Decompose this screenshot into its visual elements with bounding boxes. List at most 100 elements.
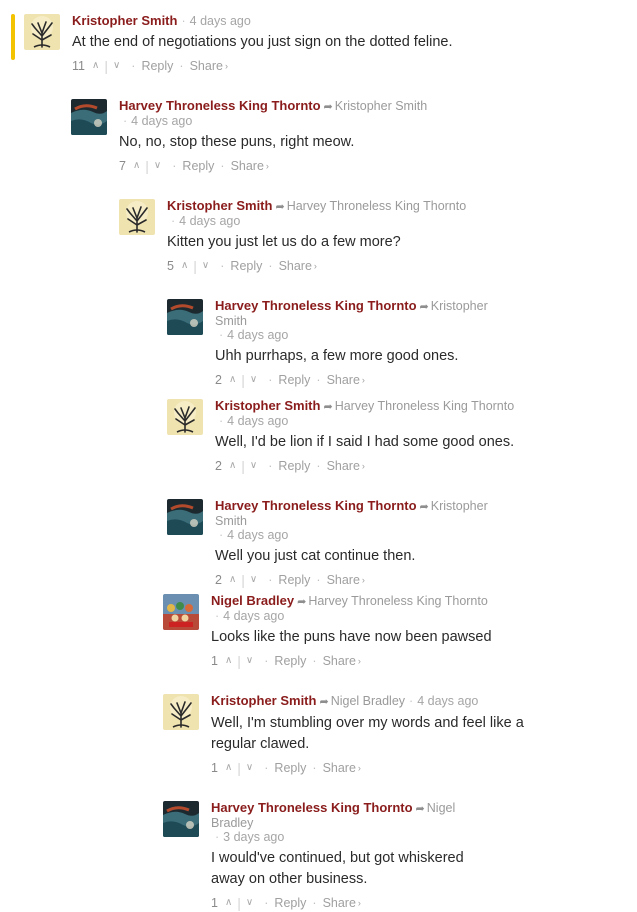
vote-divider: | — [241, 457, 245, 474]
comment-meta: Harvey Throneless King Thornto ➦ Kristophe… — [215, 498, 505, 543]
timestamp[interactable]: 4 days ago — [190, 14, 251, 28]
chevron-up-icon[interactable]: ∧ — [225, 759, 232, 777]
share-button[interactable]: Share — [323, 759, 356, 777]
chevron-down-icon[interactable]: ∨ — [113, 57, 120, 75]
comment-actions: 1 ∧ | ∨ · Reply · Share › — [211, 893, 471, 911]
avatar[interactable] — [163, 801, 199, 837]
chevron-up-icon[interactable]: ∧ — [133, 157, 140, 175]
reply-arrow-icon: ➦ — [415, 803, 425, 815]
action-separator: · — [268, 372, 273, 387]
chevron-up-icon[interactable]: ∧ — [181, 257, 188, 275]
comment-text: I would've continued, but got whiskered … — [211, 850, 464, 887]
avatar[interactable] — [167, 499, 203, 535]
avatar[interactable] — [24, 14, 60, 50]
comment-actions: 2 ∧ | ∨ · Reply · Share › — [215, 456, 545, 474]
share-button[interactable]: Share — [323, 894, 356, 912]
action-separator: · — [312, 653, 317, 668]
chevron-up-icon[interactable]: ∧ — [229, 371, 236, 389]
reply-button[interactable]: Reply — [274, 652, 306, 670]
timestamp[interactable]: 4 days ago — [227, 414, 288, 428]
action-separator: · — [268, 572, 273, 587]
share-button[interactable]: Share — [231, 157, 264, 175]
comment-body: Harvey Throneless King Thornto ➦ Kristophe… — [215, 299, 505, 388]
chevron-down-icon[interactable]: ∨ — [250, 571, 257, 589]
share-button[interactable]: Share — [279, 257, 312, 275]
chevron-down-icon[interactable]: ∨ — [202, 257, 209, 275]
comment-text: Uhh purrhaps, a few more good ones. — [215, 348, 459, 364]
reply-to-name[interactable]: Kristopher Smith — [335, 99, 427, 113]
author-name[interactable]: Harvey Throneless King Thornto — [215, 298, 417, 313]
timestamp[interactable]: 4 days ago — [131, 114, 192, 128]
chevron-down-icon[interactable]: ∨ — [246, 894, 253, 912]
comment-text: No, no, stop these puns, right meow. — [119, 134, 355, 150]
chevron-down-icon[interactable]: ∨ — [250, 457, 257, 475]
share-button[interactable]: Share — [327, 571, 360, 589]
author-name[interactable]: Harvey Throneless King Thornto — [211, 800, 413, 815]
share-button[interactable]: Share — [190, 57, 223, 75]
timestamp[interactable]: 4 days ago — [227, 328, 288, 342]
reply-button[interactable]: Reply — [278, 571, 310, 589]
timestamp[interactable]: 4 days ago — [417, 694, 478, 708]
avatar[interactable] — [71, 99, 107, 135]
chevron-right-icon: › — [357, 897, 361, 908]
comment-body: Kristopher Smith ➦ Harvey Throneless King … — [167, 199, 637, 274]
reply-button[interactable]: Reply — [278, 457, 310, 475]
timestamp[interactable]: 4 days ago — [227, 528, 288, 542]
chevron-down-icon[interactable]: ∨ — [246, 652, 253, 670]
reply-button[interactable]: Reply — [274, 894, 306, 912]
avatar[interactable] — [163, 694, 199, 730]
avatar[interactable] — [167, 399, 203, 435]
action-separator: · — [172, 158, 177, 173]
comment-body: Harvey Throneless King Thornto ➦ Nigel Bra… — [211, 801, 471, 911]
author-name[interactable]: Kristopher Smith — [72, 13, 177, 28]
chevron-down-icon[interactable]: ∨ — [250, 371, 257, 389]
chevron-up-icon[interactable]: ∧ — [229, 457, 236, 475]
reply-button[interactable]: Reply — [230, 257, 262, 275]
chevron-up-icon[interactable]: ∧ — [225, 894, 232, 912]
meta-separator: · — [171, 214, 176, 228]
reply-to-name[interactable]: Harvey Throneless King Thornto — [335, 399, 515, 413]
chevron-up-icon[interactable]: ∧ — [92, 57, 99, 75]
reply-button[interactable]: Reply — [141, 57, 173, 75]
chevron-up-icon[interactable]: ∧ — [229, 571, 236, 589]
comment-text: Well, I'd be lion if I said I had some g… — [215, 434, 515, 450]
timestamp[interactable]: 4 days ago — [223, 609, 284, 623]
author-name[interactable]: Harvey Throneless King Thornto — [215, 498, 417, 513]
timestamp[interactable]: 4 days ago — [179, 214, 240, 228]
reply-button[interactable]: Reply — [182, 157, 214, 175]
share-button[interactable]: Share — [327, 457, 360, 475]
avatar[interactable] — [163, 594, 199, 630]
chevron-down-icon[interactable]: ∨ — [246, 759, 253, 777]
chevron-right-icon: › — [361, 574, 365, 585]
vote-count: 2 — [215, 572, 222, 587]
vote-count: 7 — [119, 158, 126, 173]
reply-to-name[interactable]: Harvey Throneless King Thornto — [308, 594, 488, 608]
comment-meta: Harvey Throneless King Thornto ➦ Kristophe… — [119, 98, 637, 129]
vote-divider: | — [237, 894, 241, 911]
avatar[interactable] — [119, 199, 155, 235]
avatar[interactable] — [167, 299, 203, 335]
author-name[interactable]: Nigel Bradley — [211, 593, 294, 608]
reply-button[interactable]: Reply — [274, 759, 306, 777]
chevron-up-icon[interactable]: ∧ — [225, 652, 232, 670]
action-separator: · — [268, 458, 273, 473]
meta-separator: · — [123, 114, 128, 128]
reply-button[interactable]: Reply — [278, 371, 310, 389]
reply-to-name[interactable]: Nigel Bradley — [331, 694, 405, 708]
chevron-right-icon: › — [313, 260, 317, 271]
reply-arrow-icon: ➦ — [297, 596, 307, 608]
author-name[interactable]: Kristopher Smith — [215, 398, 320, 413]
timestamp[interactable]: 3 days ago — [223, 830, 284, 844]
share-button[interactable]: Share — [327, 371, 360, 389]
author-name[interactable]: Kristopher Smith — [167, 198, 272, 213]
chevron-down-icon[interactable]: ∨ — [154, 157, 161, 175]
author-name[interactable]: Kristopher Smith — [211, 693, 316, 708]
author-name[interactable]: Harvey Throneless King Thornto — [119, 98, 321, 113]
share-button[interactable]: Share — [323, 652, 356, 670]
vote-count: 1 — [211, 895, 218, 910]
comment-body: Kristopher Smith ➦ Harvey Throneless King … — [215, 399, 545, 474]
comment-actions: 1 ∧ | ∨ · Reply · Share › — [211, 651, 501, 669]
action-separator: · — [312, 760, 317, 775]
reply-to-name[interactable]: Harvey Throneless King Thornto — [287, 199, 467, 213]
comment-body: Kristopher Smith ➦ Nigel Bradley · 4 days ag… — [211, 694, 541, 776]
